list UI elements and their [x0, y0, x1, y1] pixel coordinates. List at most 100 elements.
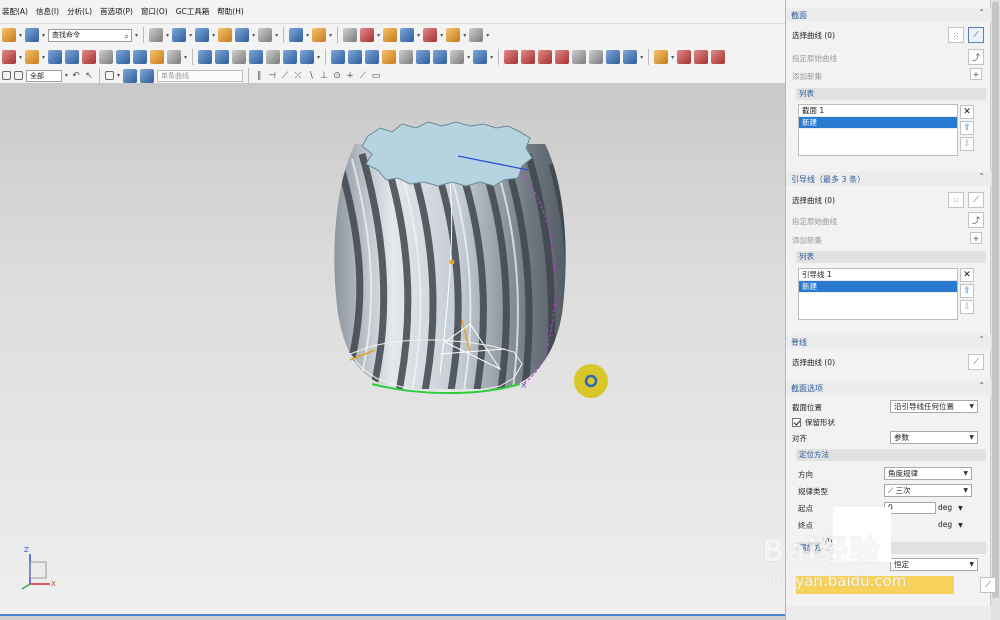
collapse-icon[interactable]: ⌃	[978, 172, 985, 181]
extract-icon[interactable]	[450, 50, 465, 64]
start-input[interactable]: 0	[884, 502, 936, 514]
list-item[interactable]: 引导线 1	[799, 269, 957, 281]
intersect-curve-icon[interactable]	[623, 50, 638, 64]
helical-gear-model[interactable]: ×	[0, 84, 785, 616]
chevron-down-icon[interactable]: ▾	[440, 32, 443, 39]
join-curve-icon[interactable]	[694, 50, 709, 64]
chevron-down-icon[interactable]: ▾	[19, 54, 22, 61]
chevron-down-icon[interactable]: ▾	[467, 54, 470, 61]
select-curve-button[interactable]: ⟋	[968, 354, 984, 370]
bridge-curve-icon[interactable]	[711, 50, 726, 64]
color-square-icon[interactable]	[258, 28, 273, 42]
remove-icon[interactable]: ✕	[960, 105, 974, 119]
chevron-down-icon[interactable]: ▾	[490, 54, 493, 61]
specify-origin-button[interactable]: ⤴	[968, 212, 984, 228]
studio-spline-icon[interactable]	[538, 50, 553, 64]
cylinder-icon[interactable]	[215, 50, 230, 64]
chevron-down-icon[interactable]: ▾	[184, 54, 187, 61]
settings-group-header[interactable]	[786, 606, 991, 620]
block-icon[interactable]	[198, 50, 213, 64]
section-position-select[interactable]: 沿引导线任何位置 ▼	[890, 400, 978, 413]
start-unit-select[interactable]: deg ▼	[938, 503, 963, 512]
move-up-icon[interactable]: ⇧	[960, 121, 974, 135]
bounded-plane-icon[interactable]	[399, 50, 414, 64]
revolve-icon[interactable]	[48, 50, 63, 64]
spline-edit-icon[interactable]	[677, 50, 692, 64]
layer-icon[interactable]	[312, 28, 327, 42]
chevron-down-icon[interactable]: ▾	[275, 32, 278, 39]
sketch-icon[interactable]	[2, 50, 16, 64]
list-item-selected[interactable]: 新建	[799, 117, 957, 129]
chevron-down-icon[interactable]: ▾	[65, 72, 68, 79]
curve-analysis-icon[interactable]	[360, 28, 375, 42]
shell-icon[interactable]	[150, 50, 165, 64]
sew-icon[interactable]	[416, 50, 431, 64]
chevron-down-icon[interactable]: ▾	[117, 72, 120, 79]
graphics-viewport[interactable]: × Z X	[0, 84, 785, 616]
chevron-down-icon[interactable]: ▾	[252, 32, 255, 39]
cone-icon[interactable]	[232, 50, 247, 64]
snap-midpoint-icon[interactable]: ⊣	[267, 71, 277, 81]
curve-rule-icon[interactable]: ⁙	[948, 192, 964, 208]
swept-icon[interactable]	[348, 50, 363, 64]
rectangle-select-icon[interactable]	[105, 71, 115, 80]
blend-icon[interactable]	[116, 50, 131, 64]
chevron-down-icon[interactable]: ▾	[463, 32, 466, 39]
type-filter-select[interactable]: 全部	[26, 69, 62, 82]
draft-icon[interactable]	[167, 50, 182, 64]
law-curve-icon[interactable]	[589, 50, 604, 64]
cursor-icon[interactable]: ↖	[84, 71, 94, 81]
undo-icon[interactable]: ↶	[71, 71, 81, 81]
orientation-header[interactable]: 定位方法	[796, 449, 986, 461]
add-new-set-button[interactable]: +	[970, 68, 982, 80]
snap-tangent-icon[interactable]: ⊥	[319, 71, 329, 81]
snap-on-curve-icon[interactable]: ⟋	[358, 71, 368, 81]
section-options-header[interactable]: 截面选项 ⌃	[786, 381, 991, 395]
snap-point-icon[interactable]: +	[345, 71, 355, 81]
drafting-icon[interactable]	[446, 28, 461, 42]
patch-icon[interactable]	[433, 50, 448, 64]
chamfer-icon[interactable]	[133, 50, 148, 64]
ruler-icon[interactable]	[343, 28, 358, 42]
show-hide-icon[interactable]	[123, 68, 138, 83]
collapse-icon[interactable]: ⌃	[978, 335, 985, 344]
snap-icon[interactable]	[289, 28, 304, 42]
dimension-icon[interactable]	[469, 28, 484, 42]
specify-origin-button[interactable]: ⤴	[968, 49, 984, 65]
list-item-selected[interactable]: 新建	[799, 281, 957, 293]
sphere-icon[interactable]	[249, 50, 264, 64]
analysis-icon[interactable]	[654, 50, 669, 64]
n-sided-icon[interactable]	[382, 50, 397, 64]
hole-icon[interactable]	[65, 50, 80, 64]
select-filter-icon[interactable]	[14, 71, 23, 80]
line-icon[interactable]	[504, 50, 519, 64]
chevron-down-icon[interactable]: ▾	[671, 54, 674, 61]
trim-sheet-icon[interactable]	[473, 50, 488, 64]
text-curve-icon[interactable]	[572, 50, 587, 64]
snap-arc-center-icon[interactable]: ∖	[306, 71, 316, 81]
menu-item-info[interactable]: 信息(I)	[36, 6, 59, 17]
law-type-select[interactable]: ⟋ 三次 ▼	[884, 484, 972, 497]
move-down-icon[interactable]: ⇩	[960, 300, 974, 314]
chevron-down-icon[interactable]: ▾	[640, 54, 643, 61]
mirror-icon[interactable]	[283, 50, 298, 64]
chevron-down-icon[interactable]: ▾	[417, 32, 420, 39]
chevron-down-icon[interactable]: ▾	[135, 32, 138, 39]
chevron-down-icon[interactable]: ▾	[377, 32, 380, 39]
trim-body-icon[interactable]	[99, 50, 114, 64]
snap-endpoint-icon[interactable]: ∥	[254, 71, 264, 81]
list-item[interactable]: 截面 1	[799, 105, 957, 117]
move-down-icon[interactable]: ⇩	[960, 137, 974, 151]
fit-view-icon[interactable]	[149, 28, 164, 42]
through-curves-icon[interactable]	[331, 50, 346, 64]
select-mode-icon[interactable]	[2, 71, 11, 80]
wcs-icon[interactable]	[218, 28, 233, 42]
collapse-icon[interactable]: ⌃	[978, 381, 985, 390]
menu-item-preferences[interactable]: 首选项(P)	[100, 6, 133, 17]
pattern-icon[interactable]	[266, 50, 281, 64]
command-finder-icon[interactable]	[25, 28, 40, 42]
shaded-icon[interactable]	[195, 28, 210, 42]
keep-shape-checkbox[interactable]	[792, 417, 801, 427]
curve-rule-select[interactable]: 单条曲线	[157, 69, 244, 82]
ruled-icon[interactable]	[365, 50, 380, 64]
